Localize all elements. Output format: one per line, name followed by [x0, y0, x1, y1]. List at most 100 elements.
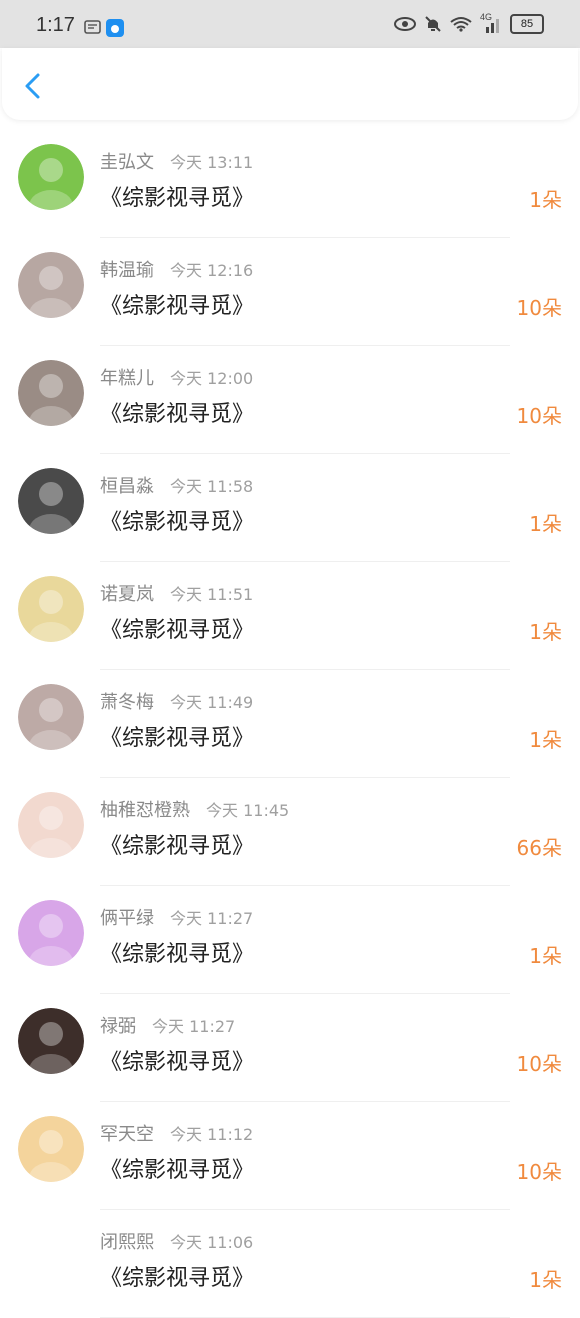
name-line: 俩平绿 今天 11:27 — [100, 904, 253, 930]
list-item[interactable]: 诺夏岚 今天 11:51 《综影视寻觅》 1朵 — [0, 562, 580, 670]
roses-avatar[interactable] — [18, 576, 84, 642]
name-line: 年糕儿 今天 12:00 — [100, 364, 253, 390]
gift-amount: 1朵 — [529, 1268, 562, 1292]
book-title: 《综影视寻觅》 — [100, 186, 255, 211]
book-title: 《综影视寻觅》 — [100, 1158, 255, 1183]
timestamp: 今天 11:51 — [170, 585, 254, 604]
gift-amount: 1朵 — [529, 188, 562, 212]
pastel-anime-avatar[interactable] — [18, 1116, 84, 1182]
user-name: 俩平绿 — [100, 908, 154, 929]
battery-icon: 85 — [510, 14, 544, 34]
timestamp: 今天 11:49 — [170, 693, 254, 712]
name-line: 罕天空 今天 11:12 — [100, 1120, 253, 1146]
user-name: 桓昌淼 — [100, 476, 154, 497]
name-line: 禄弼 今天 11:27 — [100, 1012, 235, 1038]
anime-duo-avatar[interactable] — [18, 468, 84, 534]
user-name: 诺夏岚 — [100, 584, 154, 605]
book-title: 《综影视寻觅》 — [100, 834, 255, 859]
costume-girl-avatar[interactable] — [18, 360, 84, 426]
user-name: 韩温瑜 — [100, 260, 154, 281]
gift-amount: 1朵 — [529, 944, 562, 968]
timestamp: 今天 11:06 — [170, 1233, 254, 1252]
message-icon — [84, 20, 101, 34]
timestamp: 今天 11:45 — [206, 801, 290, 820]
avatar-image — [18, 468, 84, 534]
book-title: 《综影视寻觅》 — [100, 510, 255, 535]
book-title: 《综影视寻觅》 — [100, 1050, 255, 1075]
avatar-image — [18, 1116, 84, 1182]
avatar-image — [18, 144, 84, 210]
gift-amount: 66朵 — [516, 836, 562, 860]
list-item[interactable]: 萧冬梅 今天 11:49 《综影视寻觅》 1朵 — [0, 670, 580, 778]
gift-amount: 10朵 — [516, 296, 562, 320]
user-name: 萧冬梅 — [100, 692, 154, 713]
list-item[interactable]: 韩温瑜 今天 12:16 《综影视寻觅》 10朵 — [0, 238, 580, 346]
timestamp: 今天 11:27 — [170, 909, 254, 928]
chevron-left-icon — [25, 73, 40, 99]
book-title: 《综影视寻觅》 — [100, 1266, 255, 1291]
gift-amount: 10朵 — [516, 1160, 562, 1184]
avatar-image — [18, 1008, 84, 1074]
name-line: 韩温瑜 今天 12:16 — [100, 256, 253, 282]
name-line: 圭弘文 今天 13:11 — [100, 148, 253, 174]
timestamp: 今天 12:16 — [170, 261, 254, 280]
app-notification-icon — [106, 19, 124, 37]
anime-girl-avatar[interactable] — [18, 792, 84, 858]
user-name: 禄弼 — [100, 1016, 136, 1037]
user-name: 年糕儿 — [100, 368, 154, 389]
gift-amount: 10朵 — [516, 1052, 562, 1076]
user-name: 圭弘文 — [100, 152, 154, 173]
list-item[interactable]: 桓昌淼 今天 11:58 《综影视寻觅》 1朵 — [0, 454, 580, 562]
status-bar: 1:17 4G 85 — [0, 0, 580, 48]
butterfly-avatar[interactable] — [18, 144, 84, 210]
list-item[interactable]: 年糕儿 今天 12:00 《综影视寻觅》 10朵 — [0, 346, 580, 454]
list-item[interactable]: 圭弘文 今天 13:11 《综影视寻觅》 1朵 — [0, 130, 580, 238]
avatar-image — [18, 684, 84, 750]
gift-amount: 1朵 — [529, 728, 562, 752]
list-item[interactable]: 禄弼 今天 11:27 《综影视寻觅》 10朵 — [0, 994, 580, 1102]
header-bar — [2, 48, 578, 120]
book-title: 《综影视寻觅》 — [100, 726, 255, 751]
user-name: 罕天空 — [100, 1124, 154, 1145]
timestamp: 今天 11:58 — [170, 477, 254, 496]
name-line: 萧冬梅 今天 11:49 — [100, 688, 253, 714]
purple-girl-avatar[interactable] — [18, 900, 84, 966]
user-name: 闭熙熙 — [100, 1232, 154, 1253]
gift-amount: 1朵 — [529, 620, 562, 644]
list-item[interactable]: 闭熙熙 今天 11:06 《综影视寻觅》 1朵 — [0, 1210, 580, 1318]
list-item[interactable]: 柚稚怼橙熟 今天 11:45 《综影视寻觅》 66朵 — [0, 778, 580, 886]
gift-list: 圭弘文 今天 13:11 《综影视寻觅》 1朵 韩温瑜 今天 12:16 《综影… — [0, 130, 580, 1318]
timestamp: 今天 12:00 — [170, 369, 254, 388]
book-title: 《综影视寻觅》 — [100, 618, 255, 643]
mute-bell-icon — [425, 16, 441, 32]
status-time: 1:17 — [36, 14, 75, 36]
avatar-image — [18, 360, 84, 426]
avatar-image — [18, 900, 84, 966]
couple-photo-avatar[interactable] — [18, 252, 84, 318]
signal-icon — [486, 19, 499, 33]
list-item[interactable]: 俩平绿 今天 11:27 《综影视寻觅》 1朵 — [0, 886, 580, 994]
name-line: 诺夏岚 今天 11:51 — [100, 580, 253, 606]
book-title: 《综影视寻觅》 — [100, 402, 255, 427]
name-line: 柚稚怼橙熟 今天 11:45 — [100, 796, 289, 822]
list-item[interactable]: 罕天空 今天 11:12 《综影视寻觅》 10朵 — [0, 1102, 580, 1210]
blurred-girl-avatar[interactable] — [18, 684, 84, 750]
user-name: 柚稚怼橙熟 — [100, 800, 190, 821]
book-title: 《综影视寻觅》 — [100, 294, 255, 319]
avatar-image — [18, 792, 84, 858]
name-line: 闭熙熙 今天 11:06 — [100, 1228, 253, 1254]
timestamp: 今天 11:12 — [170, 1125, 254, 1144]
wifi-icon — [450, 17, 472, 32]
timestamp: 今天 11:27 — [152, 1017, 236, 1036]
avatar-image — [18, 576, 84, 642]
name-line: 桓昌淼 今天 11:58 — [100, 472, 253, 498]
avatar-image — [18, 1224, 84, 1290]
dark-anime-avatar[interactable] — [18, 1008, 84, 1074]
qq-penguin-avatar[interactable] — [18, 1224, 84, 1290]
eye-icon — [394, 17, 416, 31]
gift-amount: 1朵 — [529, 512, 562, 536]
timestamp: 今天 13:11 — [170, 153, 254, 172]
avatar-image — [18, 252, 84, 318]
gift-amount: 10朵 — [516, 404, 562, 428]
back-button[interactable] — [18, 70, 50, 102]
